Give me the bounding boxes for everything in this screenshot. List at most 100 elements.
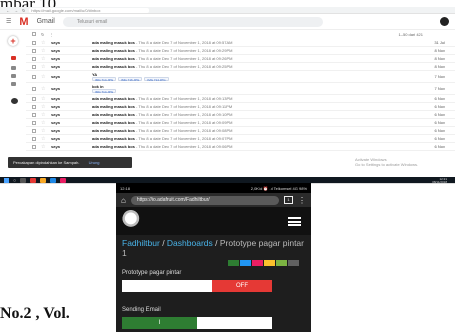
row-date: 6 Nov [434, 112, 445, 117]
row-subject: ada maling masuk bos [92, 96, 135, 101]
home-icon[interactable]: ⌂ [121, 196, 126, 205]
table-row[interactable]: ☆ saya ada maling masuk bos - Thu 8 a date… [26, 143, 455, 151]
table-row[interactable]: ☆ saya ada maling masuk bos - Thu 8 a date… [26, 47, 455, 55]
adafruit-io-logo-icon[interactable] [122, 208, 144, 234]
row-checkbox[interactable] [32, 48, 36, 53]
attachment-chip[interactable]: IMG 714.JPG [92, 88, 117, 94]
chrome-icon[interactable] [30, 178, 37, 183]
account-avatar[interactable] [440, 17, 449, 26]
snoozed-icon[interactable] [11, 74, 16, 78]
toggle-prototype-pagar[interactable]: OFF [122, 280, 272, 292]
forward-icon[interactable]: → [14, 8, 18, 13]
store-icon[interactable] [50, 178, 57, 183]
row-subject-wrap: YA IMG 714.JPG IMG 716.JPG IMG 714.JPG [92, 72, 392, 82]
row-snippet: - Thu 8 a date Dec 7 of November 1, 2018… [134, 56, 233, 61]
inbox-icon[interactable] [11, 56, 16, 60]
dashboard-tool-button[interactable] [276, 260, 287, 266]
attachment-chip[interactable]: IMG 714.JPG [92, 76, 117, 82]
row-date: 8 Nov [434, 48, 445, 53]
table-row[interactable]: ☆ saya kok in IMG 714.JPG 7 Nov [26, 83, 455, 95]
dashboard-tools [228, 260, 299, 266]
row-subject-wrap: ada maling masuk bos - Thu 8 a date Dec … [92, 136, 392, 141]
table-row[interactable]: ☆ saya ada maling masuk bos - Thu 8 a date… [26, 111, 455, 119]
tabs-count-icon[interactable]: 1 [284, 196, 293, 204]
row-sender: saya [51, 48, 60, 53]
toggle-sending-email[interactable]: I [122, 317, 272, 329]
row-checkbox[interactable] [32, 96, 36, 101]
phone-address-bar[interactable]: https://io.adafruit.com/Fadhiltbur/ [130, 195, 279, 205]
row-checkbox[interactable] [32, 136, 36, 141]
attachment-chip[interactable]: IMG 714.JPG [144, 76, 169, 82]
hamburger-menu-icon[interactable] [288, 217, 301, 226]
row-checkbox[interactable] [32, 104, 36, 109]
main-menu-icon[interactable]: ☰ [6, 18, 11, 25]
dashboard-tool-button[interactable] [228, 260, 239, 266]
gmail-logo-icon[interactable]: M [19, 16, 28, 28]
breadcrumb-dashboards-link[interactable]: Dashboards [167, 238, 213, 248]
table-row[interactable]: ☆ saya ada maling masuk bos - Thu 8 a date… [26, 119, 455, 127]
back-icon[interactable]: ← [6, 8, 10, 13]
taskview-icon[interactable] [20, 178, 27, 183]
dashboard-tool-button[interactable] [252, 260, 263, 266]
explorer-icon[interactable] [40, 178, 47, 183]
row-checkbox[interactable] [32, 74, 36, 79]
table-row[interactable]: ☆ saya ada maling masuk bos - Thu 8 a date… [26, 103, 455, 111]
breadcrumb-user-link[interactable]: Fadhiltbur [122, 238, 160, 248]
more-icon[interactable]: ⋮ [49, 32, 53, 37]
table-row[interactable]: ☆ saya ada maling masuk bos - Thu 8 a date… [26, 63, 455, 71]
toggle-on-state: I [122, 317, 197, 329]
table-row[interactable]: ☆ saya ada maling masuk bos - Thu 8 a date… [26, 95, 455, 103]
row-subject: ada maling masuk bos [92, 56, 135, 61]
row-checkbox[interactable] [32, 86, 36, 91]
row-date: 8 Nov [434, 56, 445, 61]
row-checkbox[interactable] [32, 120, 36, 125]
compose-icon[interactable]: + [8, 36, 18, 46]
phone-status-bar: 12:18 2,0K/d ⏰ .ıl Telkomsel 4G 98% [116, 183, 311, 193]
row-subject-wrap: kok in IMG 714.JPG [92, 84, 392, 94]
row-checkbox[interactable] [32, 144, 36, 149]
row-snippet: - Thu 8 a date Dec 7 of November 1, 2018… [134, 136, 233, 141]
row-checkbox[interactable] [32, 128, 36, 133]
starred-icon[interactable] [11, 66, 16, 70]
browser-menu-icon[interactable]: ⋮ [298, 196, 306, 205]
select-all-checkbox[interactable] [32, 32, 36, 36]
clock-date: 08/11/2018 [432, 179, 447, 184]
row-subject-wrap: ada maling masuk bos - Thu 8 a date Dec … [92, 104, 392, 109]
row-date: 6 Nov [434, 136, 445, 141]
table-row[interactable]: ☆ saya ada maling masuk bos - Thu 8 a date… [26, 135, 455, 143]
table-row[interactable]: ☆ saya ada maling masuk bos - Thu 8 a date… [26, 55, 455, 63]
status-time: 12:18 [120, 185, 131, 191]
row-checkbox[interactable] [32, 40, 36, 45]
start-icon[interactable] [4, 178, 9, 183]
row-subject-wrap: ada maling masuk bos - Thu 8 a date Dec … [92, 96, 392, 101]
phone-screenshot: 12:18 2,0K/d ⏰ .ıl Telkomsel 4G 98% ⌂ ht… [116, 183, 311, 332]
undo-button[interactable]: Urung [89, 160, 100, 165]
app-icon[interactable] [60, 178, 67, 183]
table-row[interactable]: ☆ saya ada maling masuk bos - Thu 8 a date… [26, 39, 455, 47]
row-checkbox[interactable] [32, 56, 36, 61]
dashboard-tool-button[interactable] [240, 260, 251, 266]
attachment-chip[interactable]: IMG 716.JPG [118, 76, 143, 82]
row-sender: saya [51, 74, 60, 79]
refresh-icon[interactable]: ↻ [41, 32, 44, 37]
contact-avatar-icon[interactable] [11, 98, 18, 104]
dashboard-tool-button[interactable] [264, 260, 275, 266]
sent-icon[interactable] [11, 82, 16, 86]
row-date: 6 Nov [434, 120, 445, 125]
row-sender: saya [51, 104, 60, 109]
row-checkbox[interactable] [32, 64, 36, 69]
dashboard-tool-button[interactable] [288, 260, 299, 266]
table-row[interactable]: ☆ saya YA IMG 714.JPG IMG 716.JPG IMG 714.JPG… [26, 71, 455, 83]
row-checkbox[interactable] [32, 112, 36, 117]
row-subject: ada maling masuk bos [92, 112, 135, 117]
row-sender: saya [51, 86, 60, 91]
table-row[interactable]: ☆ saya ada maling masuk bos - Thu 8 a date… [26, 127, 455, 135]
browser-address-bar[interactable]: https://mail.google.com/mail/u/0/#inbox [29, 7, 150, 13]
row-subject: ada maling masuk bos [92, 144, 135, 149]
search-icon[interactable]: ○ [13, 178, 16, 184]
phone-browser-bar: ⌂ https://io.adafruit.com/Fadhiltbur/ 1 … [116, 193, 311, 207]
gmail-search-input[interactable]: Telusuri email [62, 16, 323, 27]
row-snippet: - Thu 8 a date Dec 7 of November 1, 2018… [134, 48, 233, 53]
inbox-toolbar: ↻ ⋮ 1–50 dari 421 [26, 30, 455, 38]
reload-icon[interactable]: ↻ [22, 8, 25, 13]
